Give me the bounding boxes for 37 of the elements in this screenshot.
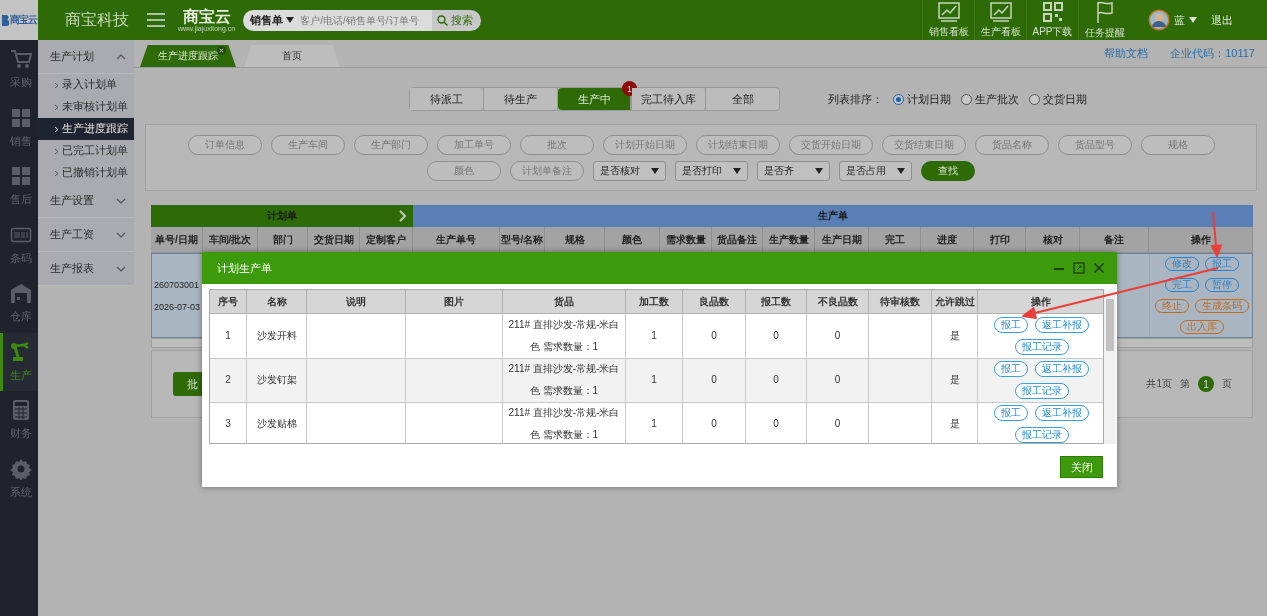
table-cell-text: 是 <box>949 417 960 431</box>
page-prefix: 第 <box>1180 377 1190 391</box>
table-cell-text: 0 <box>773 329 779 343</box>
table-cell-text: 1 <box>651 417 657 431</box>
table-cell-text: 0 <box>711 417 717 431</box>
table-cell-text: 0 <box>773 417 779 431</box>
table-cell-text: 211# 直排沙发-常规-米白色 需求数量：1 <box>507 406 621 442</box>
table-cell-text: 1 <box>651 373 657 387</box>
table-cell-text: 0 <box>834 373 841 387</box>
page-suffix: 页 <box>1222 377 1232 391</box>
table-cell-text: 0 <box>773 373 779 387</box>
table-cell-text: 1 <box>225 329 231 343</box>
sort-label: 列表排序： <box>828 91 883 107</box>
table-cell-text: 是 <box>949 373 960 387</box>
company-name: 商宝科技 <box>65 9 129 30</box>
table-cell-text: 1 <box>651 329 657 343</box>
table-cell-text: 0 <box>711 373 717 387</box>
logo-text: 商宝云 <box>182 8 231 25</box>
table-cell-text: 2 <box>225 373 231 387</box>
table-cell-text: 沙发贴棉 <box>256 417 297 431</box>
company-code: 企业代码：10117 <box>1170 46 1255 61</box>
table-cell-text: 211# 直排沙发-常规-米白色 需求数量：1 <box>507 318 621 354</box>
dialog-title: 计划生产单 <box>217 260 272 276</box>
group-title: 计划单 <box>267 209 297 223</box>
page-total: 共1页 <box>1146 377 1172 391</box>
logo-text: 商宝云 <box>10 13 37 27</box>
order-date: 2026-07-03 <box>154 301 202 312</box>
order-number: 260703001 <box>154 279 201 290</box>
table-cell-text: 沙发钉架 <box>256 373 297 387</box>
table-group-header: 生产单 <box>413 205 1253 227</box>
table-cell-text: 211# 直排沙发-常规-米白色 需求数量：1 <box>507 362 621 398</box>
table-cell-text: 3 <box>225 417 231 431</box>
table-cell-text: 0 <box>834 417 841 431</box>
table-cell-text: 0 <box>834 329 841 343</box>
table-cell-text: 0 <box>711 329 717 343</box>
table-cell-text: 是 <box>949 329 960 343</box>
table-cell-text: 沙发开料 <box>256 329 297 343</box>
